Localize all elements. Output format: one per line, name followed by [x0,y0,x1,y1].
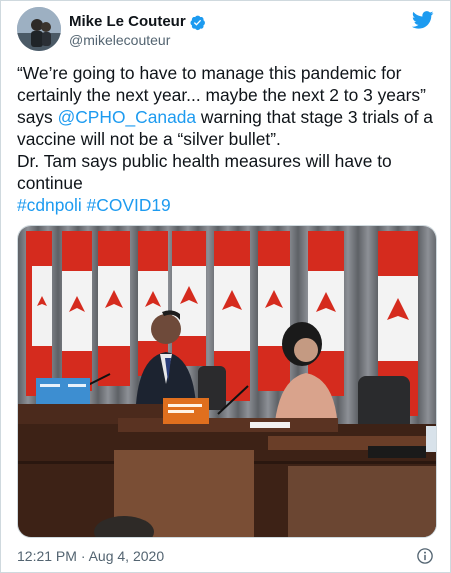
timestamp[interactable]: 12:21 PM · Aug 4, 2020 [17,548,164,564]
hashtag-covid19[interactable]: #COVID19 [87,195,171,215]
hashtag-cdnpoli[interactable]: #cdnpoli [17,195,82,215]
tweet-card: Mike Le Couteur @mikelecouteur “We’re go… [0,0,451,573]
author-names: Mike Le Couteur @mikelecouteur [69,13,206,49]
tweet-photo[interactable] [17,225,437,538]
tweet-text: “We’re going to have to manage this pand… [17,62,437,216]
mention-link[interactable]: @CPHO_Canada [58,107,197,127]
tweet-footer: 12:21 PM · Aug 4, 2020 [17,546,434,566]
twitter-bird-icon[interactable] [411,11,434,29]
avatar[interactable] [17,7,61,51]
author-handle[interactable]: @mikelecouteur [69,31,206,49]
info-icon[interactable] [416,547,434,565]
verified-badge-icon [189,14,206,31]
tweet-header: Mike Le Couteur @mikelecouteur [17,7,434,53]
display-name[interactable]: Mike Le Couteur [69,13,186,31]
